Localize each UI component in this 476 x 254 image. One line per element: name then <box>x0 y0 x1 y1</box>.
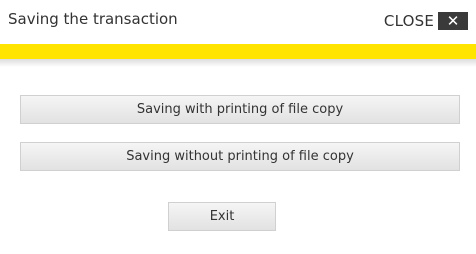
header-accent-bar <box>0 44 476 59</box>
close-icon[interactable]: ✕ <box>438 12 468 30</box>
save-transaction-dialog: Saving the transaction CLOSE ✕ Saving wi… <box>0 0 476 254</box>
save-with-print-button[interactable]: Saving with printing of file copy <box>20 95 460 124</box>
close-button[interactable]: CLOSE ✕ <box>384 12 468 30</box>
header-shadow <box>0 59 476 67</box>
save-without-print-button[interactable]: Saving without printing of file copy <box>20 142 460 171</box>
close-label[interactable]: CLOSE <box>384 12 434 30</box>
exit-button[interactable]: Exit <box>168 202 276 231</box>
dialog-title: Saving the transaction <box>8 10 178 28</box>
